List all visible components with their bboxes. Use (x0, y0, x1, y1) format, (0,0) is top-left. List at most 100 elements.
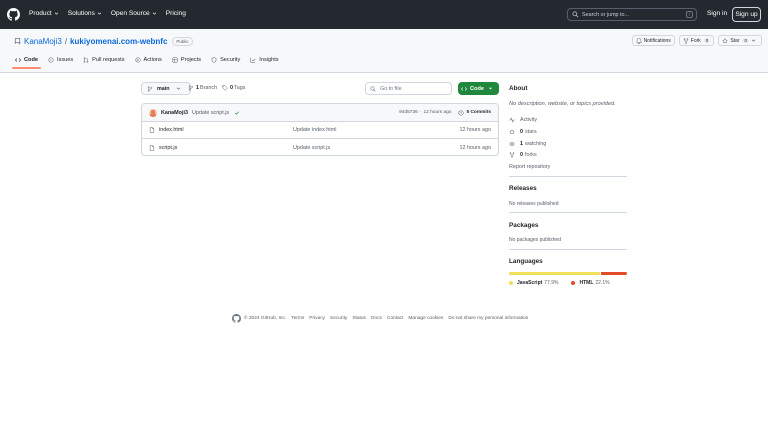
sign-up-button[interactable]: Sign up (732, 7, 761, 22)
code-button[interactable]: Code (458, 82, 499, 95)
chevron-down-icon (176, 87, 180, 90)
footer-link-manage-cookies[interactable]: Manage cookies (408, 316, 443, 321)
global-header: Product Solutions Open Source Pricing Se… (0, 0, 768, 29)
tab-actions-label: Actions (143, 57, 162, 63)
nav-product-label: Product (29, 10, 52, 17)
commit-hash-link[interactable]: 94d5736 (399, 110, 418, 115)
commit-meta-separator: · (419, 110, 422, 115)
search-icon (370, 85, 376, 91)
repo-name-link[interactable]: kukiyomenai.com-webnfc (70, 37, 167, 46)
watching-label: watching (525, 141, 547, 147)
tab-pull-requests-label: Pull requests (92, 57, 125, 63)
activity-label: Activity (520, 117, 538, 123)
branch-icon (147, 85, 153, 92)
fork-button[interactable]: Fork 0 (678, 35, 715, 46)
language-bar (509, 272, 627, 275)
file-commit-time: 12 hours ago (459, 127, 491, 133)
star-label: Star (730, 37, 740, 44)
code-button-label: Code (470, 85, 484, 92)
footer-link-privacy[interactable]: Privacy (309, 316, 325, 321)
commit-author-link[interactable]: KanaMoji3 (161, 110, 188, 116)
branch-name: main (157, 85, 170, 92)
language-bar-segment[interactable] (509, 272, 601, 275)
footer-link-contact[interactable]: Contact (387, 316, 404, 321)
repo-icon (14, 38, 21, 45)
search-shortcut-key: / (686, 11, 693, 18)
footer-link-do-not-share[interactable]: Do not share my personal information (448, 316, 528, 321)
github-logo-icon[interactable] (7, 8, 20, 21)
star-button[interactable]: Star 0 (718, 35, 762, 46)
commits-history-link[interactable]: 5 Commits (458, 109, 491, 116)
nav-pricing[interactable]: Pricing (166, 10, 186, 17)
file-name-link[interactable]: script.js (159, 145, 293, 151)
about-section: About (509, 85, 627, 92)
commits-count: 5 (466, 110, 470, 115)
footer-link-security[interactable]: Security (330, 316, 347, 321)
footer-link-status[interactable]: Status (352, 316, 366, 321)
tab-pull-requests[interactable]: Pull requests (78, 55, 129, 69)
footer-link-terms[interactable]: Terms (291, 316, 304, 321)
notifications-button[interactable]: Notifications (631, 35, 675, 46)
chevron-down-icon[interactable] (751, 38, 756, 43)
tab-projects[interactable]: Projects (167, 55, 206, 69)
tag-icon (222, 85, 228, 91)
search-icon (572, 11, 579, 18)
releases-empty-text: No releases published (509, 201, 559, 207)
footer-link-docs[interactable]: Docs (371, 316, 382, 321)
page-footer: © 2024 GitHub, Inc. Terms Privacy Securi… (232, 314, 533, 323)
language-color-dot (571, 281, 576, 285)
go-to-file-input[interactable]: Go to file (365, 82, 452, 95)
tab-security[interactable]: Security (206, 55, 245, 69)
divider (509, 176, 627, 177)
tab-issues[interactable]: Issues (43, 55, 78, 69)
commit-message-link[interactable]: Update script.js (192, 110, 229, 116)
code-icon (461, 86, 467, 91)
report-repository-link[interactable]: Report repository (509, 164, 550, 170)
stars-label: stars (525, 129, 537, 135)
fork-label: Fork (690, 37, 701, 44)
search-input[interactable]: Search or jump to... / (567, 8, 697, 21)
repo-separator: / (64, 37, 68, 46)
tab-actions[interactable]: Actions (130, 55, 167, 69)
nav-open-source[interactable]: Open Source (111, 10, 157, 17)
nav-product[interactable]: Product (29, 10, 59, 17)
branches-link[interactable]: 1 Branch (188, 85, 217, 91)
sign-in-link[interactable]: Sign in (707, 10, 727, 17)
check-icon[interactable] (234, 110, 240, 116)
tab-code-label: Code (24, 57, 38, 63)
file-commit-message[interactable]: Update index.html (293, 127, 460, 133)
watchers-link[interactable]: 1 watching (509, 141, 546, 147)
stars-link[interactable]: 0 stars (509, 129, 537, 135)
search-placeholder: Search or jump to... (582, 11, 630, 18)
tab-code[interactable]: Code (10, 55, 43, 69)
tab-insights-label: Insights (259, 57, 279, 63)
avatar[interactable] (149, 108, 157, 117)
activity-link[interactable]: Activity (509, 117, 537, 123)
releases-heading[interactable]: Releases (509, 185, 627, 192)
tag-count: 0 (230, 85, 233, 91)
code-icon (15, 58, 21, 62)
tab-insights[interactable]: Insights (245, 55, 283, 69)
branch-select-button[interactable]: main (141, 82, 191, 95)
language-name[interactable]: HTML (579, 280, 593, 286)
chevron-down-icon (97, 12, 102, 15)
issue-icon (48, 57, 54, 63)
file-commit-time: 12 hours ago (459, 144, 491, 151)
tag-label: Tags (234, 85, 246, 91)
language-bar-segment[interactable] (601, 272, 627, 275)
repo-owner-link[interactable]: KanaMoji3 (24, 37, 62, 46)
table-row[interactable]: index.html Update index.html 12 hours ag… (142, 122, 498, 139)
forks-count: 0 (520, 152, 523, 158)
packages-heading[interactable]: Packages (509, 222, 627, 229)
repo-tabs: Code Issues Pull requests Actions Projec… (10, 55, 284, 69)
file-icon (149, 144, 155, 151)
file-commit-message[interactable]: Update script.js (293, 145, 460, 151)
github-mark-icon[interactable] (232, 314, 241, 323)
table-row[interactable]: script.js Update script.js 12 hours ago (142, 139, 498, 155)
forks-link[interactable]: 0 forks (509, 152, 537, 158)
tags-link[interactable]: 0 Tags (222, 85, 245, 91)
language-name[interactable]: JavaScript (517, 280, 542, 286)
nav-solutions[interactable]: Solutions (68, 10, 102, 17)
file-name-link[interactable]: index.html (159, 127, 293, 133)
repo-header: KanaMoji3 / kukiyomenai.com-webnfc Publi… (0, 29, 768, 73)
